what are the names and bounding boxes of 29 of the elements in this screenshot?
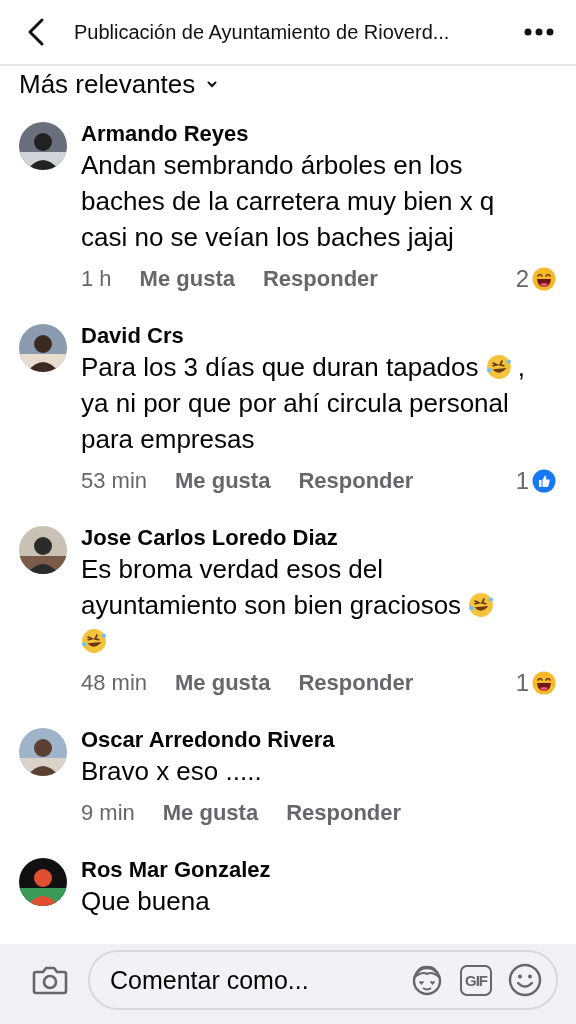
author-name[interactable]: Ros Mar Gonzalez (81, 857, 556, 883)
reply-link[interactable]: Responder (286, 800, 402, 826)
page-title: Publicación de Ayuntamiento de Rioverd... (74, 20, 451, 44)
like-link[interactable]: Me gusta (139, 266, 235, 292)
comment-text: Es broma verdad esos del ayuntamiento son bien graciosos (81, 551, 526, 659)
sort-dropdown[interactable]: Más relevantes (19, 68, 196, 100)
reply-link[interactable]: Responder (298, 670, 414, 696)
gif-button[interactable]: GIF (460, 964, 492, 996)
author-name[interactable]: Armando Reyes (81, 121, 556, 147)
comment-input-field[interactable]: Comentar como... GIF (88, 950, 558, 1010)
reaction-count: 2 (515, 265, 529, 293)
like-link[interactable]: Me gusta (175, 670, 271, 696)
comment-text: Para los 3 días que duran tapados , ya ni por que por ahí circula personal para empresas (81, 351, 526, 456)
timestamp: 1 h (81, 266, 112, 292)
reaction-count: 1 (515, 669, 529, 697)
reaction-count: 1 (515, 467, 529, 495)
comment-text: Bravo x eso ..... (81, 755, 263, 788)
timestamp: 9 min (81, 800, 135, 826)
like-link[interactable]: Me gusta (162, 800, 259, 826)
reply-link[interactable]: Responder (262, 266, 378, 292)
author-name[interactable]: Jose Carlos Loredo Diaz (81, 525, 556, 551)
author-name[interactable]: Oscar Arredondo Rivera (81, 727, 556, 753)
reply-link[interactable]: Responder (298, 468, 414, 494)
timestamp: 53 min (81, 468, 148, 494)
timestamp: 48 min (81, 670, 148, 696)
like-link[interactable]: Me gusta (175, 468, 271, 494)
comment-text: Que buena (81, 885, 211, 918)
comment-text: Andan sembrando árboles en los baches de la carretera muy bien x q casi no se veían los baches jajaj (81, 149, 496, 254)
author-name[interactable]: David Crs (81, 323, 556, 349)
